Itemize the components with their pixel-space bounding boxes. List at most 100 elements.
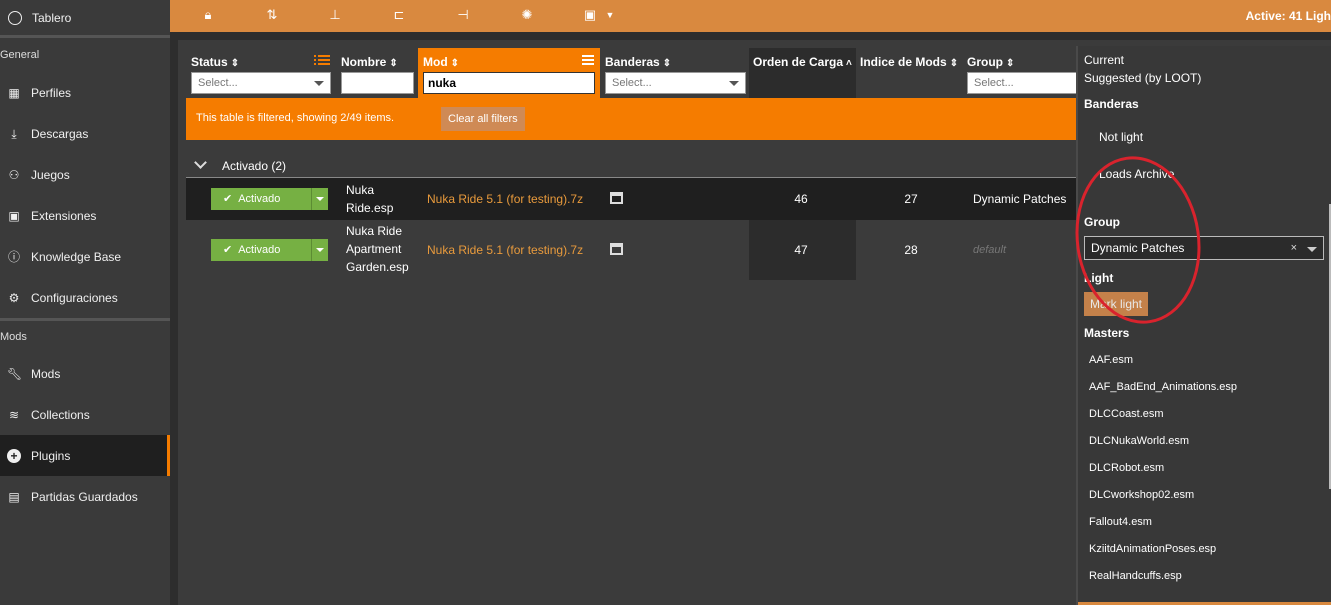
- sidebar-item-label: Descargas: [31, 126, 89, 141]
- gamepad-icon: ⚇: [8, 167, 20, 182]
- flag-item: Not light: [1099, 130, 1144, 144]
- status-dropdown-button[interactable]: [311, 239, 328, 261]
- load-order-value: 47: [794, 243, 808, 257]
- sort-icon[interactable]: ⇕: [1006, 58, 1014, 69]
- archive-icon: [610, 192, 623, 204]
- mod-link[interactable]: Nuka Ride 5.1 (for testing).7z: [427, 243, 583, 257]
- hierarchy-icon[interactable]: ⊥: [327, 7, 343, 23]
- sidebar-item-label: Partidas Guardados: [31, 489, 138, 504]
- sidebar-item-label: Tablero: [32, 10, 72, 25]
- sidebar-item-label: Perfiles: [31, 85, 72, 100]
- extensions-icon: ▣: [8, 208, 20, 223]
- chevron-down-icon: [314, 81, 324, 86]
- sort-icon[interactable]: ⇕: [231, 58, 239, 69]
- mod-index-value: 27: [904, 192, 918, 206]
- sidebar-item-mods[interactable]: 🔧︎ Mods: [0, 353, 170, 394]
- chevron-down-icon[interactable]: [194, 156, 207, 169]
- plugin-name: Nuka Ride Apartment Garden.esp: [346, 224, 409, 274]
- sidebar-item-extensions[interactable]: ▣ Extensiones: [0, 195, 170, 236]
- column-orden-de-carga[interactable]: Orden de Carga ˄: [749, 48, 856, 98]
- group-value: default: [973, 244, 1007, 256]
- wrench-icon: 🔧︎: [7, 366, 23, 381]
- column-label: Indice de Mods: [860, 55, 947, 69]
- lock-icon[interactable]: 🔒︎: [200, 7, 216, 23]
- banderas-heading: Banderas: [1084, 97, 1139, 111]
- sidebar: Tablero General ▦ Perfiles ⤓ Descargas ⚇…: [0, 0, 170, 605]
- sort-icon[interactable]: ⇅: [264, 7, 280, 23]
- column-label: Group: [967, 55, 1003, 69]
- group-value: Dynamic Patches: [973, 192, 1067, 206]
- sidebar-item-label: Configuraciones: [31, 290, 118, 305]
- master-item: DLCNukaWorld.esm: [1089, 435, 1190, 447]
- suggested-label: Suggested (by LOOT): [1084, 71, 1202, 85]
- sort-icon[interactable]: ⇕: [663, 58, 671, 69]
- info-icon: ⓘ: [7, 249, 20, 264]
- sidebar-item-collections[interactable]: ≋ Collections: [0, 394, 170, 435]
- sidebar-item-profiles[interactable]: ▦ Perfiles: [0, 72, 170, 113]
- light-heading: Light: [1084, 271, 1114, 285]
- column-label: Status: [191, 55, 228, 69]
- chevron-down-icon[interactable]: ▼: [602, 7, 618, 23]
- plugin-details-panel: Current Suggested (by LOOT) Banderas Not…: [1076, 46, 1331, 605]
- sidebar-item-saves[interactable]: ▤ Partidas Guardados: [0, 476, 170, 517]
- sort-icon[interactable]: ⇕: [451, 58, 459, 69]
- window-icon[interactable]: ▣: [582, 7, 598, 23]
- column-mod[interactable]: Mod ⇕ nuka: [418, 48, 600, 98]
- sidebar-item-downloads[interactable]: ⤓ Descargas: [0, 113, 170, 154]
- banderas-filter-select[interactable]: Select...: [605, 72, 746, 94]
- list-filter-icon[interactable]: [578, 53, 594, 67]
- sort-asc-icon[interactable]: ˄: [846, 58, 852, 69]
- sidebar-item-label: Extensiones: [31, 208, 97, 223]
- nombre-filter-input[interactable]: [341, 72, 414, 94]
- sidebar-item-plugins[interactable]: + Plugins: [0, 435, 170, 476]
- status-dropdown-button[interactable]: [311, 188, 328, 210]
- mark-light-button[interactable]: Mark light: [1084, 292, 1149, 316]
- column-label: Orden de Carga: [753, 55, 844, 69]
- group-select[interactable]: Dynamic Patches ×: [1084, 236, 1324, 260]
- merge-icon[interactable]: ⊣: [455, 7, 471, 23]
- clear-all-filters-button[interactable]: Clear all filters: [441, 107, 525, 131]
- mod-link[interactable]: Nuka Ride 5.1 (for testing).7z: [427, 192, 583, 206]
- master-item: DLCworkshop02.esm: [1089, 489, 1195, 501]
- master-item: AAF.esm: [1089, 354, 1134, 366]
- dashboard-icon: [8, 10, 22, 25]
- clear-icon[interactable]: ×: [1291, 237, 1297, 259]
- status-toggle-button[interactable]: ✔ Activado: [211, 188, 311, 210]
- sidebar-item-settings[interactable]: ⚙ Configuraciones: [0, 277, 170, 318]
- list-filter-icon[interactable]: [314, 53, 330, 67]
- master-item: DLCCoast.esm: [1089, 408, 1164, 420]
- sidebar-item-knowledge-base[interactable]: ⓘ Knowledge Base: [0, 236, 170, 277]
- current-label: Current: [1084, 53, 1125, 67]
- loot-icon[interactable]: ✺: [519, 7, 535, 23]
- status-toggle-button[interactable]: ✔ Activado: [211, 239, 311, 261]
- check-icon: ✔: [223, 193, 233, 205]
- mod-index-value: 28: [904, 243, 918, 257]
- group-filter-select[interactable]: Select...: [967, 72, 1087, 94]
- sidebar-item-games[interactable]: ⚇ Juegos: [0, 154, 170, 195]
- flag-item: Loads Archive: [1099, 167, 1175, 181]
- column-label: Mod: [423, 55, 448, 69]
- column-banderas[interactable]: Banderas ⇕ Select...: [600, 48, 748, 98]
- layers-icon: ≋: [8, 407, 20, 422]
- column-label: Banderas: [605, 55, 660, 69]
- column-indice-de-mods[interactable]: Indice de Mods ⇕: [856, 48, 964, 98]
- master-item: RealHandcuffs.esp: [1089, 570, 1182, 582]
- group-header-label: Activado (2): [222, 159, 287, 173]
- sidebar-section-mods: Mods: [0, 331, 27, 343]
- chevron-down-icon[interactable]: [1307, 247, 1317, 252]
- chevron-down-icon: [729, 81, 739, 86]
- column-nombre[interactable]: Nombre ⇕: [336, 48, 418, 98]
- sort-icon[interactable]: ⇕: [389, 58, 397, 69]
- load-order-value: 46: [794, 192, 808, 206]
- sidebar-item-label: Juegos: [31, 167, 70, 182]
- status-filter-select[interactable]: Select...: [191, 72, 331, 94]
- masters-heading: Masters: [1084, 326, 1130, 340]
- sort-icon[interactable]: ⇕: [950, 58, 958, 69]
- sidebar-item-dashboard[interactable]: Tablero: [0, 0, 170, 38]
- mod-filter-input[interactable]: nuka: [423, 72, 595, 94]
- plus-circle-icon: +: [7, 448, 21, 463]
- sidebar-item-label: Collections: [31, 407, 90, 422]
- save-icon: ▤: [8, 489, 20, 504]
- column-status[interactable]: Status ⇕ Select...: [186, 48, 336, 98]
- branch-icon[interactable]: ⊏: [391, 7, 407, 23]
